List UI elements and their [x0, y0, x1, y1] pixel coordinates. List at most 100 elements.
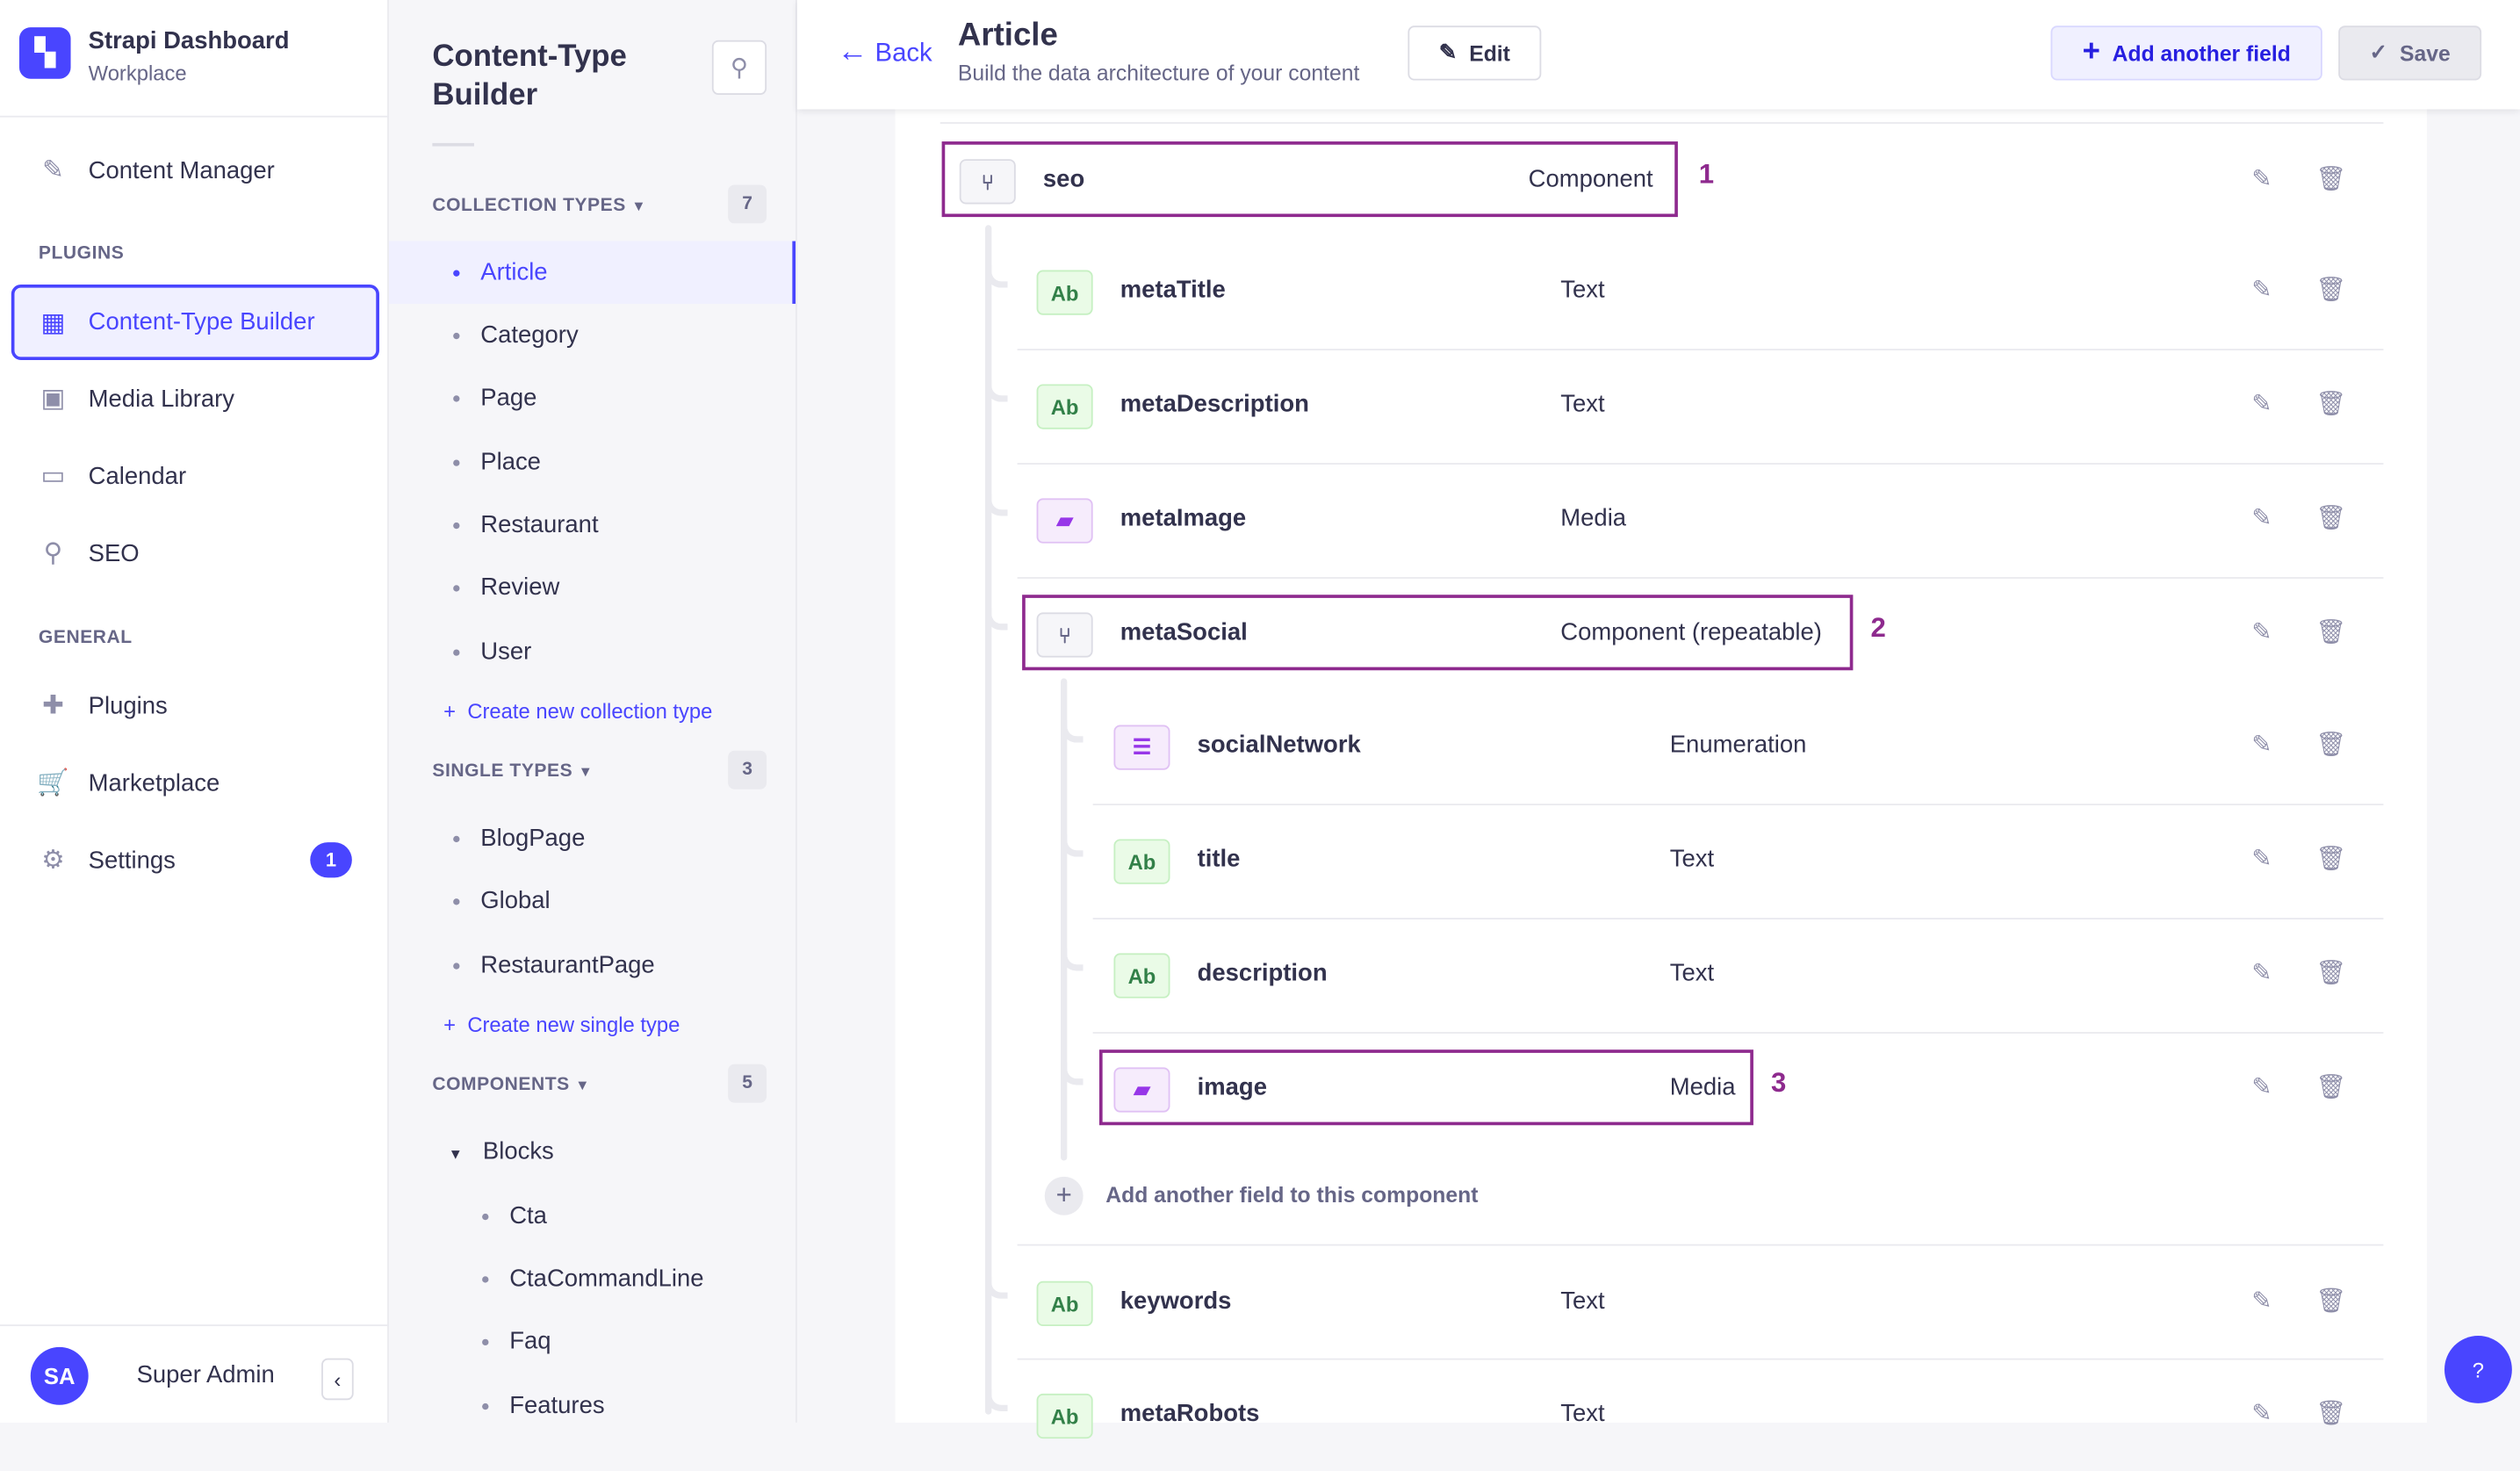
text-icon: Ab: [1113, 839, 1170, 884]
add-component-field-link[interactable]: Add another field to this component: [1105, 1183, 1478, 1207]
edit-button[interactable]: ✎ Edit: [1408, 25, 1542, 81]
trash-icon: 🗑: [2315, 618, 2347, 646]
panel-title: Content-Type Builder: [432, 40, 627, 113]
trash-icon: 🗑: [2315, 1287, 2347, 1316]
panel-search-button[interactable]: ⚲: [711, 40, 767, 95]
plus-icon: +: [1055, 1179, 1072, 1211]
field-row: Ab description Text ✎ 🗑: [0, 918, 2520, 1030]
field-name: metaTitle: [1120, 276, 1226, 304]
field-row: Ab title Text ✎ 🗑: [0, 804, 2520, 916]
highlight-box: [1098, 1049, 1753, 1126]
trash-icon: 🗑: [2315, 731, 2347, 759]
trash-icon: 🗑: [2315, 504, 2347, 532]
trash-icon: 🗑: [2315, 959, 2347, 987]
add-another-field-button[interactable]: + Add another field: [2050, 25, 2322, 81]
text-icon: Ab: [1036, 1280, 1093, 1327]
pencil-icon: ✎: [2251, 165, 2272, 193]
arrow-left-icon: ←: [837, 35, 868, 69]
trash-icon: 🗑: [2315, 845, 2347, 873]
edit-field-button[interactable]: ✎: [2251, 617, 2272, 646]
field-type: Text: [1560, 390, 1605, 418]
media-icon: ▰: [1036, 498, 1093, 544]
delete-field-button[interactable]: 🗑: [2316, 844, 2347, 873]
search-icon: ⚲: [730, 54, 749, 83]
field-row: ☰ socialNetwork Enumeration ✎ 🗑: [0, 689, 2520, 802]
edit-field-button[interactable]: ✎: [2251, 275, 2272, 304]
delete-field-button[interactable]: 🗑: [2316, 730, 2347, 759]
field-name: metaDescription: [1120, 390, 1309, 418]
pencil-icon: ✎: [2251, 731, 2272, 759]
page-header: ← Back Article Build the data architectu…: [796, 0, 2520, 110]
highlight-number: 2: [1870, 612, 1886, 644]
trash-icon: 🗑: [2315, 1400, 2347, 1428]
delete-field-button[interactable]: 🗑: [2316, 617, 2347, 646]
field-name: socialNetwork: [1197, 731, 1361, 759]
edit-field-button[interactable]: ✎: [2251, 1072, 2272, 1101]
pencil-icon: ✎: [2251, 959, 2272, 987]
pencil-icon: ✎: [2251, 504, 2272, 532]
highlight-number: 1: [1698, 159, 1715, 190]
field-type: Media: [1560, 504, 1627, 532]
delete-field-button[interactable]: 🗑: [2316, 1398, 2347, 1427]
field-name: title: [1197, 845, 1241, 873]
text-icon: Ab: [1113, 953, 1170, 999]
field-type: Text: [1669, 959, 1715, 987]
text-icon: Ab: [1036, 384, 1093, 429]
highlight-box: [941, 141, 1678, 218]
edit-field-button[interactable]: ✎: [2251, 844, 2272, 873]
pencil-icon: ✎: [2251, 1073, 2272, 1101]
caret-down-icon: ▼: [448, 1146, 464, 1163]
edit-field-button[interactable]: ✎: [2251, 164, 2272, 193]
page-subtitle: Build the data architecture of your cont…: [957, 61, 1360, 86]
field-row: Ab metaTitle Text ✎ 🗑: [0, 234, 2520, 347]
field-row: Ab metaRobots Text ✎ 🗑: [0, 1359, 2520, 1471]
add-component-field-button[interactable]: +: [1044, 1176, 1084, 1215]
field-type: Text: [1669, 845, 1715, 873]
component-item[interactable]: Cta: [389, 1185, 796, 1247]
field-type: Text: [1560, 1400, 1605, 1428]
field-row: Ab metaDescription Text ✎ 🗑: [0, 349, 2520, 461]
edit-field-button[interactable]: ✎: [2251, 730, 2272, 759]
field-name: description: [1197, 959, 1328, 987]
pencil-icon: ✎: [2251, 1287, 2272, 1316]
edit-field-button[interactable]: ✎: [2251, 389, 2272, 418]
pencil-icon: ✎: [2251, 390, 2272, 418]
pencil-icon: ✎: [2251, 618, 2272, 646]
field-row: Ab keywords Text ✎ 🗑: [0, 1246, 2520, 1359]
highlight-box: [1022, 595, 1854, 671]
highlight-number: 3: [1771, 1067, 1787, 1099]
plus-icon: +: [2082, 35, 2100, 69]
field-type: Text: [1560, 276, 1605, 304]
edit-field-button[interactable]: ✎: [2251, 503, 2272, 532]
field-type: Enumeration: [1669, 731, 1807, 759]
field-name: metaImage: [1120, 504, 1247, 532]
delete-field-button[interactable]: 🗑: [2316, 1072, 2347, 1101]
edit-field-button[interactable]: ✎: [2251, 1398, 2272, 1427]
pencil-icon: ✎: [1438, 40, 1458, 65]
app-title: Strapi Dashboard: [88, 27, 290, 55]
delete-field-button[interactable]: 🗑: [2316, 1286, 2347, 1315]
delete-field-button[interactable]: 🗑: [2316, 958, 2347, 987]
delete-field-button[interactable]: 🗑: [2316, 389, 2347, 418]
trash-icon: 🗑: [2315, 276, 2347, 304]
field-name: metaRobots: [1120, 1400, 1260, 1428]
field-name: keywords: [1120, 1287, 1232, 1316]
delete-field-button[interactable]: 🗑: [2316, 503, 2347, 532]
back-link[interactable]: ← Back: [838, 35, 932, 70]
list-icon: ☰: [1113, 725, 1170, 770]
delete-field-button[interactable]: 🗑: [2316, 275, 2347, 304]
trash-icon: 🗑: [2315, 1073, 2347, 1101]
trash-icon: 🗑: [2315, 390, 2347, 418]
help-button[interactable]: ?: [2444, 1336, 2512, 1403]
strapi-logo: ▚: [18, 27, 71, 79]
edit-field-button[interactable]: ✎: [2251, 1286, 2272, 1315]
check-icon: ✓: [2369, 40, 2388, 65]
text-icon: Ab: [1036, 1393, 1093, 1439]
field-row: ▰ metaImage Media ✎ 🗑: [0, 463, 2520, 575]
save-button[interactable]: ✓ Save: [2338, 25, 2482, 81]
pencil-icon: ✎: [2251, 845, 2272, 873]
delete-field-button[interactable]: 🗑: [2316, 164, 2347, 193]
field-type: Text: [1560, 1287, 1605, 1316]
page-title: Article: [957, 18, 1058, 54]
edit-field-button[interactable]: ✎: [2251, 958, 2272, 987]
